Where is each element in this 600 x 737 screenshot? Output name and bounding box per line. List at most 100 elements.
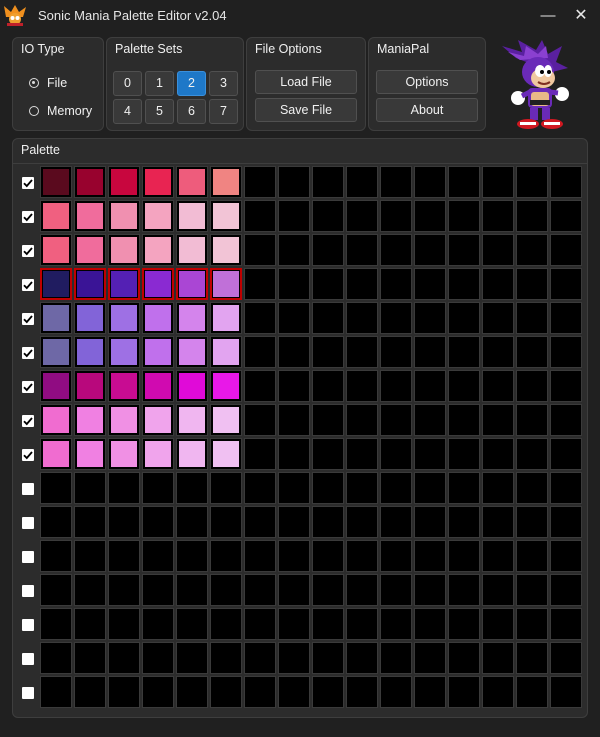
row-checkbox[interactable] [22, 347, 34, 359]
palette-color-cell[interactable] [346, 472, 378, 504]
palette-color-cell[interactable] [312, 268, 344, 300]
palette-color-cell[interactable] [278, 336, 310, 368]
palette-color-cell[interactable] [108, 200, 140, 232]
palette-set-button-4[interactable]: 4 [113, 99, 142, 124]
palette-color-cell[interactable] [482, 506, 514, 538]
palette-color-cell[interactable] [142, 608, 174, 640]
palette-color-cell[interactable] [414, 404, 446, 436]
palette-color-cell[interactable] [278, 506, 310, 538]
palette-color-cell[interactable] [482, 166, 514, 198]
palette-color-cell[interactable] [176, 302, 208, 334]
palette-color-cell[interactable] [108, 404, 140, 436]
palette-color-cell[interactable] [312, 166, 344, 198]
row-checkbox[interactable] [22, 483, 34, 495]
palette-color-cell[interactable] [550, 234, 582, 266]
palette-color-cell[interactable] [380, 370, 412, 402]
palette-color-cell[interactable] [414, 676, 446, 708]
palette-color-cell[interactable] [550, 438, 582, 470]
palette-color-cell[interactable] [278, 540, 310, 572]
palette-color-cell[interactable] [210, 200, 242, 232]
palette-color-cell[interactable] [40, 608, 72, 640]
palette-color-cell[interactable] [312, 404, 344, 436]
row-checkbox[interactable] [22, 551, 34, 563]
palette-color-cell[interactable] [74, 574, 106, 606]
palette-color-cell[interactable] [550, 268, 582, 300]
palette-color-cell[interactable] [414, 608, 446, 640]
palette-color-cell[interactable] [244, 404, 276, 436]
palette-set-button-5[interactable]: 5 [145, 99, 174, 124]
palette-color-cell[interactable] [516, 540, 548, 572]
palette-color-cell[interactable] [448, 506, 480, 538]
palette-color-cell[interactable] [312, 234, 344, 266]
palette-color-cell[interactable] [482, 438, 514, 470]
palette-color-cell[interactable] [142, 370, 174, 402]
palette-color-cell[interactable] [346, 540, 378, 572]
palette-color-cell[interactable] [312, 608, 344, 640]
palette-color-cell[interactable] [278, 608, 310, 640]
palette-color-cell[interactable] [414, 336, 446, 368]
palette-color-cell[interactable] [244, 608, 276, 640]
palette-color-cell[interactable] [380, 472, 412, 504]
palette-color-cell[interactable] [278, 404, 310, 436]
palette-color-cell[interactable] [40, 438, 72, 470]
palette-color-cell[interactable] [40, 404, 72, 436]
palette-color-cell[interactable] [244, 676, 276, 708]
palette-color-cell[interactable] [176, 166, 208, 198]
palette-color-cell[interactable] [550, 404, 582, 436]
palette-color-cell[interactable] [516, 438, 548, 470]
palette-color-cell[interactable] [244, 506, 276, 538]
palette-color-cell[interactable] [74, 472, 106, 504]
palette-color-cell[interactable] [74, 506, 106, 538]
palette-color-cell[interactable] [482, 404, 514, 436]
palette-color-cell[interactable] [414, 472, 446, 504]
palette-color-cell[interactable] [108, 268, 140, 300]
palette-color-cell[interactable] [550, 506, 582, 538]
palette-color-cell[interactable] [142, 268, 174, 300]
palette-color-cell[interactable] [142, 234, 174, 266]
radio-file-indicator[interactable] [29, 78, 39, 88]
palette-color-cell[interactable] [312, 574, 344, 606]
palette-color-cell[interactable] [482, 200, 514, 232]
palette-color-cell[interactable] [142, 676, 174, 708]
palette-color-cell[interactable] [210, 540, 242, 572]
palette-color-cell[interactable] [448, 540, 480, 572]
palette-color-cell[interactable] [312, 302, 344, 334]
palette-color-cell[interactable] [516, 234, 548, 266]
palette-color-cell[interactable] [346, 506, 378, 538]
palette-color-cell[interactable] [550, 370, 582, 402]
palette-color-cell[interactable] [346, 336, 378, 368]
palette-color-cell[interactable] [278, 574, 310, 606]
palette-color-cell[interactable] [278, 268, 310, 300]
palette-color-cell[interactable] [516, 404, 548, 436]
palette-color-cell[interactable] [244, 166, 276, 198]
palette-color-cell[interactable] [142, 438, 174, 470]
palette-color-cell[interactable] [380, 200, 412, 232]
palette-color-cell[interactable] [210, 608, 242, 640]
palette-color-cell[interactable] [244, 642, 276, 674]
palette-color-cell[interactable] [210, 506, 242, 538]
palette-color-cell[interactable] [210, 472, 242, 504]
palette-color-cell[interactable] [278, 370, 310, 402]
palette-color-cell[interactable] [516, 642, 548, 674]
palette-color-cell[interactable] [414, 642, 446, 674]
palette-color-cell[interactable] [176, 336, 208, 368]
palette-color-cell[interactable] [40, 166, 72, 198]
palette-color-cell[interactable] [142, 200, 174, 232]
row-checkbox[interactable] [22, 279, 34, 291]
row-checkbox[interactable] [22, 517, 34, 529]
palette-color-cell[interactable] [40, 200, 72, 232]
palette-color-cell[interactable] [244, 574, 276, 606]
palette-color-cell[interactable] [142, 574, 174, 606]
palette-color-cell[interactable] [210, 302, 242, 334]
palette-color-cell[interactable] [346, 370, 378, 402]
palette-color-cell[interactable] [448, 302, 480, 334]
palette-color-cell[interactable] [346, 268, 378, 300]
palette-color-cell[interactable] [176, 676, 208, 708]
palette-color-cell[interactable] [482, 540, 514, 572]
palette-color-cell[interactable] [414, 268, 446, 300]
palette-color-cell[interactable] [414, 506, 446, 538]
palette-color-cell[interactable] [108, 574, 140, 606]
palette-color-cell[interactable] [482, 234, 514, 266]
palette-color-cell[interactable] [40, 676, 72, 708]
palette-color-cell[interactable] [414, 574, 446, 606]
